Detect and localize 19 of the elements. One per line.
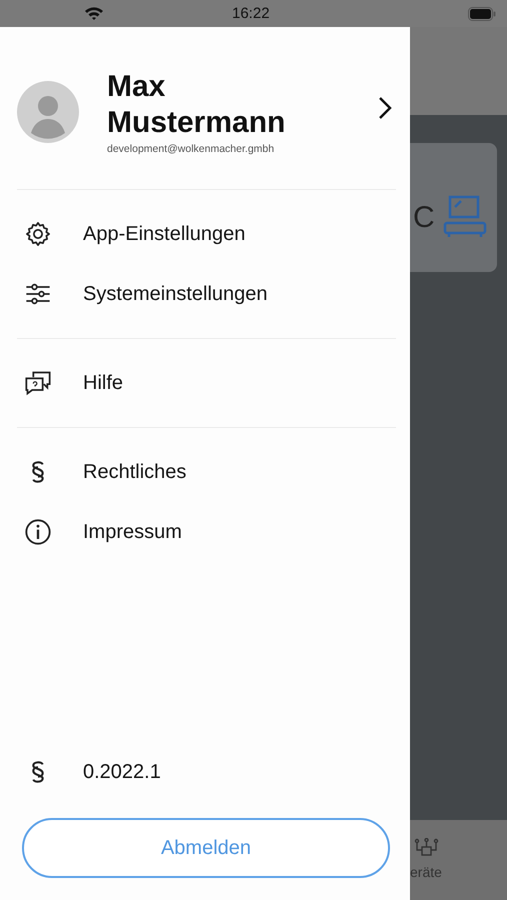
user-name: Max Mustermann: [107, 69, 286, 141]
profile-row[interactable]: Max Mustermann development@wolkenmacher.gmbh: [0, 27, 410, 189]
gear-icon: [24, 220, 52, 248]
network-icon[interactable]: [414, 838, 440, 858]
version-text: 0.2022.1: [83, 760, 161, 784]
info-icon: [24, 518, 52, 546]
menu-item[interactable]: Systemeinstellungen: [0, 264, 410, 324]
menu-item[interactable]: Impressum: [0, 502, 410, 562]
wifi-icon: [84, 6, 104, 21]
card-text: C: [413, 200, 435, 234]
status-time: 16:22: [232, 5, 270, 22]
chevron-icon: [378, 96, 392, 120]
battery-icon: [468, 7, 496, 21]
menu-item[interactable]: Rechtliches: [0, 442, 410, 502]
avatar: [17, 81, 79, 143]
chat-bubbles-icon: [24, 369, 52, 397]
menu-item[interactable]: App-Einstellungen: [0, 204, 410, 264]
menu-item[interactable]: Hilfe: [0, 353, 410, 413]
user-email: development@wolkenmacher.gmbh: [107, 143, 276, 155]
